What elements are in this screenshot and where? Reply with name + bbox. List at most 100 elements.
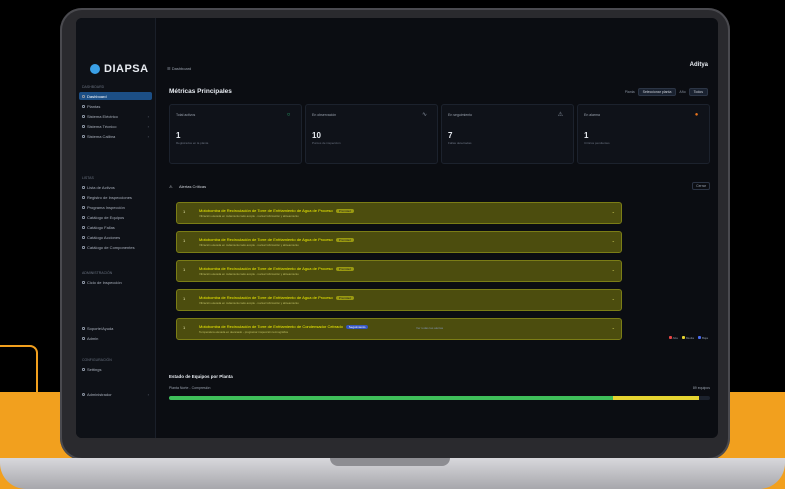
sidebar-item-fallas[interactable]: Catálogo Fallas	[79, 223, 152, 231]
alert-text: Motobomba de Recirculación de Torre de E…	[199, 266, 354, 271]
clipboard-icon	[82, 195, 85, 199]
alert-text: Motobomba de Recirculación de Torre de E…	[199, 208, 354, 213]
metric-cards: Total activos ○ 1 Registrados en la plan…	[169, 104, 710, 164]
metric-sub: Críticos pendientes	[584, 141, 610, 145]
alert-number: 1	[183, 209, 186, 214]
sidebar-item-admin[interactable]: Admin	[79, 334, 152, 342]
section-label: Dashboard	[82, 85, 105, 89]
accent-outline	[0, 345, 38, 397]
factory-icon	[82, 104, 85, 108]
planta-select[interactable]: Seleccionar planta	[637, 88, 677, 96]
priority-badge: Prioridad	[335, 267, 354, 271]
user-icon	[82, 336, 85, 340]
alert-number: 1	[183, 296, 186, 301]
home-icon	[82, 94, 85, 98]
sidebar-item-programa[interactable]: Programa Inspección	[79, 203, 152, 211]
alert-icon	[82, 225, 85, 229]
priority-badge: Prioridad	[335, 296, 354, 300]
metric-value: 7	[448, 131, 453, 140]
sidebar-item-electrico[interactable]: Sistema Eléctrico ›	[79, 112, 152, 120]
sidebar-item-equipos[interactable]: Catálogo de Equipos	[79, 213, 152, 221]
gear-icon	[82, 367, 85, 371]
priority-badge: Prioridad	[335, 238, 354, 242]
logo-icon	[90, 64, 100, 74]
alert-subtext: Vibración elevada en rodamiento lado aco…	[199, 272, 299, 276]
chevron-down-icon[interactable]: ⌄	[612, 209, 615, 214]
nav-group-dashboard: Dashboard Plantas Sistema Eléctrico › Sis…	[79, 92, 152, 142]
sidebar-item-ciclo[interactable]: Ciclo de Inspección	[79, 278, 152, 286]
logo[interactable]: DIAPSA	[90, 63, 149, 75]
alert-text: Motobomba de Recirculación de Torre de E…	[199, 295, 354, 300]
laptop-screen: DIAPSA Dashboard Dashboard Plantas Siste…	[76, 18, 718, 438]
alert-icon: ⚠	[169, 184, 173, 189]
chevron-down-icon[interactable]: ⌄	[612, 296, 615, 301]
year-select[interactable]: Todos	[688, 88, 708, 96]
alert-number: 1	[183, 267, 186, 272]
sidebar-item-activos[interactable]: Lista de Activos	[79, 183, 152, 191]
chevron-right-icon: ›	[147, 133, 149, 139]
metric-title: En seguimiento	[448, 113, 473, 117]
sidebar-item-soporte[interactable]: Soporte/Ayuda	[79, 324, 152, 332]
alerts-list: 1 Motobomba de Recirculación de Torre de…	[176, 202, 622, 347]
metric-sub: Registrados en la planta	[176, 141, 209, 145]
alert-subtext: Vibración elevada en rodamiento lado aco…	[199, 214, 299, 218]
alert-subtext: Temperatura elevada en devanado - progra…	[199, 330, 288, 334]
alert-number: 1	[183, 238, 186, 243]
refresh-icon	[82, 280, 85, 284]
sidebar-item-dashboard[interactable]: Dashboard	[79, 92, 152, 100]
nav-group-listas: Lista de Activos Registro de Inspeccione…	[79, 183, 152, 253]
alert-item[interactable]: 1 Motobomba de Recirculación de Torre de…	[176, 260, 622, 282]
nav-bottom: Soporte/Ayuda Admin	[79, 324, 152, 344]
sidebar-item-plantas[interactable]: Plantas	[79, 102, 152, 110]
section-label: Administración	[82, 271, 113, 275]
list-icon	[82, 185, 85, 189]
metric-card[interactable]: En alarma ● 1 Críticos pendientes	[577, 104, 710, 164]
alert-item[interactable]: 1 Motobomba de Recirculación de Torre de…	[176, 231, 622, 253]
user-menu: Administrador ›	[79, 390, 152, 400]
calendar-icon	[82, 205, 85, 209]
chevron-right-icon: ›	[147, 123, 149, 129]
nav-group-admin: Ciclo de Inspección	[79, 278, 152, 288]
metric-title: En alarma	[584, 113, 600, 117]
cog-icon	[82, 245, 85, 249]
alert-item[interactable]: 1 Motobomba de Recirculación de Torre de…	[176, 289, 622, 311]
metric-card[interactable]: En observación ∿ 10 Puntos de inspección	[305, 104, 438, 164]
pulse-icon: ∿	[421, 112, 428, 118]
chevron-right-icon: ›	[147, 391, 149, 397]
chevron-down-icon[interactable]: ⌄	[612, 238, 615, 243]
chevron-down-icon[interactable]: ⌄	[612, 325, 615, 330]
sidebar: DIAPSA Dashboard Dashboard Plantas Siste…	[76, 18, 156, 438]
metric-title: En observación	[312, 113, 337, 117]
sidebar-item-acciones[interactable]: Catálogo Acciones	[79, 233, 152, 241]
metric-card[interactable]: En seguimiento ⚠ 7 Fallas detectadas	[441, 104, 574, 164]
alert-item[interactable]: 1 Motobomba de Recirculación de Torre de…	[176, 318, 622, 340]
alert-text: Motobomba de Recirculación de Torre de E…	[199, 324, 369, 329]
chevron-down-icon[interactable]: ⌄	[612, 267, 615, 272]
box-icon	[82, 215, 85, 219]
chevron-right-icon: ›	[147, 113, 149, 119]
close-alerts-button[interactable]: Cerrar	[692, 182, 710, 190]
priority-badge: Prioridad	[335, 209, 354, 213]
sidebar-item-settings[interactable]: Settings	[79, 365, 152, 373]
user-menu-button[interactable]: Administrador ›	[79, 390, 152, 398]
sidebar-item-inspecciones[interactable]: Registro de Inspecciones	[79, 193, 152, 201]
legend-item: Baja	[698, 336, 708, 340]
metric-value: 10	[312, 131, 321, 140]
alert-item[interactable]: 1 Motobomba de Recirculación de Torre de…	[176, 202, 622, 224]
page-title: Métricas Principales	[169, 88, 232, 95]
filter-label: Año	[679, 90, 686, 94]
check-icon	[82, 235, 85, 239]
see-all-alerts-link[interactable]: Ver todas las alertas	[416, 326, 443, 330]
sidebar-item-tecnico[interactable]: Sistema Técnico ›	[79, 122, 152, 130]
help-icon	[82, 326, 85, 330]
alarm-icon: ●	[694, 112, 699, 118]
brand-label: Aditya	[689, 62, 708, 68]
breadcrumb[interactable]: ☰ Dashboard	[167, 66, 191, 71]
alert-text: Motobomba de Recirculación de Torre de E…	[199, 237, 354, 242]
metric-card[interactable]: Total activos ○ 1 Registrados en la plan…	[169, 104, 302, 164]
priority-badge: Seguimiento	[345, 325, 369, 329]
sidebar-item-componentes[interactable]: Catálogo de Componentes	[79, 243, 152, 251]
legend-item: Alta	[669, 336, 678, 340]
warning-icon: ⚠	[557, 112, 564, 118]
sidebar-item-calibra[interactable]: Sistema Calibra ›	[79, 132, 152, 140]
